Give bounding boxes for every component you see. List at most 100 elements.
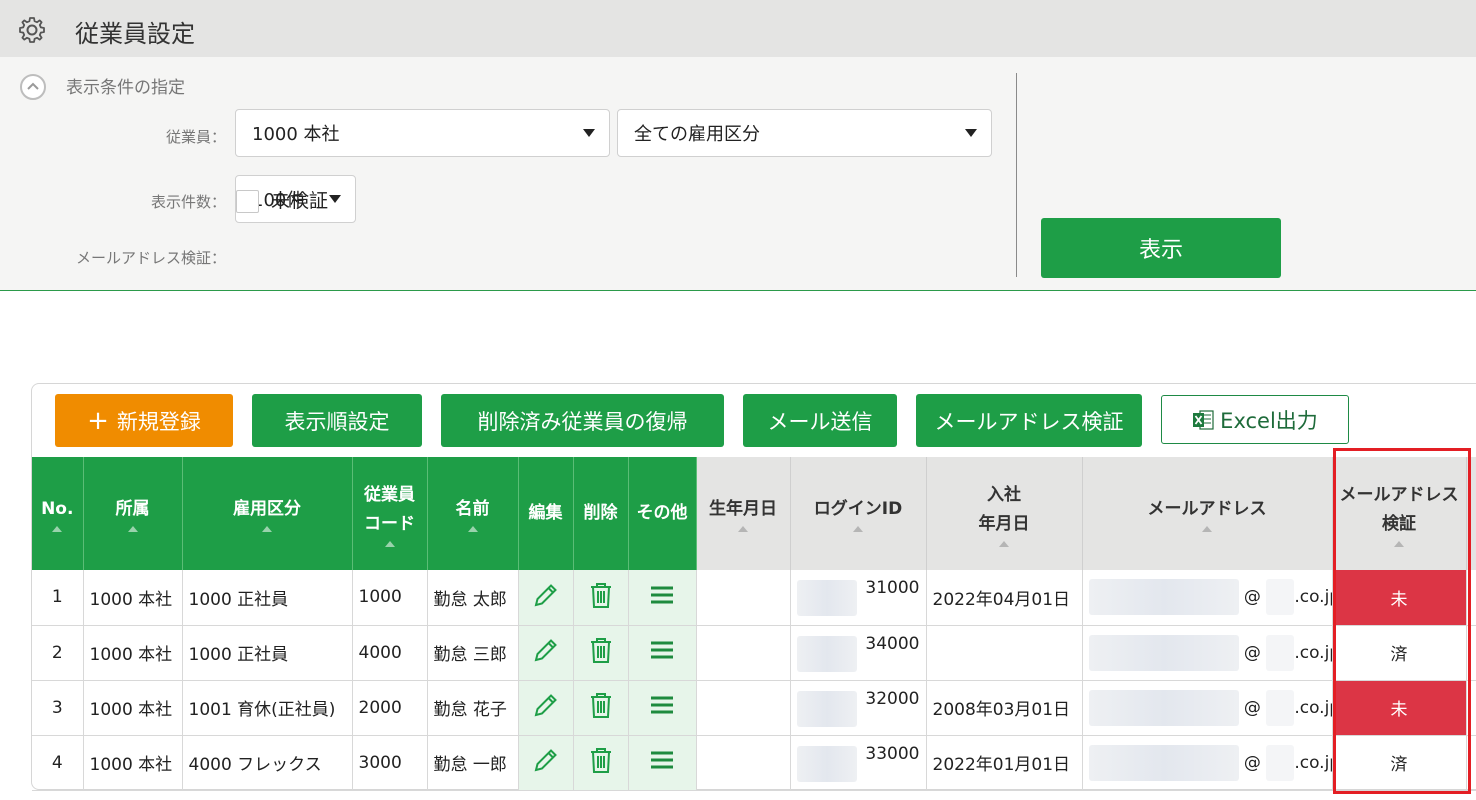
trash-icon <box>590 748 611 773</box>
cell-name: 勤怠 太郎 <box>427 570 519 626</box>
pencil-icon <box>534 749 557 772</box>
cell-code: 4000 <box>352 625 428 681</box>
collapse-button[interactable] <box>20 74 46 100</box>
employee-select[interactable]: 1000 本社 <box>235 109 610 157</box>
excel-export-label: Excel出力 <box>1220 408 1318 433</box>
table-row: 3 1000 本社 1001 育休(正社員) 2000 勤怠 花子 32000 … <box>32 680 1476 736</box>
redacted-block <box>1266 579 1295 616</box>
col-header-dept[interactable]: 所属 <box>83 457 183 570</box>
col-header-no[interactable]: No. <box>32 457 84 570</box>
redacted-block <box>1266 744 1295 781</box>
edit-button[interactable] <box>518 680 574 736</box>
delete-button[interactable] <box>573 735 629 791</box>
cell-join: 2008年03月01日 <box>926 680 1083 736</box>
unverified-checkbox-label[interactable]: 未検証 <box>271 186 328 213</box>
redacted-block <box>796 745 857 782</box>
caret-down-icon <box>965 129 977 137</box>
delete-button[interactable] <box>573 625 629 681</box>
verify-email-button[interactable]: メールアドレス検証 <box>916 394 1142 447</box>
table-row: 2 1000 本社 1000 正社員 4000 勤怠 三郎 34000 @ .c… <box>32 625 1476 681</box>
cell-no: 4 <box>32 735 84 791</box>
employment-select[interactable]: 全ての雇用区分 <box>617 109 992 157</box>
employee-label: 従業員： <box>165 128 226 146</box>
show-button[interactable]: 表示 <box>1041 218 1281 278</box>
redacted-block <box>796 690 857 727</box>
gear-icon[interactable] <box>17 15 47 45</box>
new-register-button[interactable]: + 新規登録 <box>55 394 233 447</box>
other-menu-button[interactable] <box>628 735 697 791</box>
restore-deleted-button[interactable]: 削除済み従業員の復帰 <box>441 394 724 447</box>
cell-join: 2022年01月01日 <box>926 735 1083 791</box>
edit-button[interactable] <box>518 570 574 626</box>
cell-email: @ .co.jp <box>1082 570 1333 626</box>
cell-dept: 1000 本社 <box>83 625 183 681</box>
cell-email: @ .co.jp <box>1082 625 1333 681</box>
sort-icon <box>52 526 63 532</box>
cell-login: 32000 <box>790 680 927 736</box>
menu-icon <box>651 586 673 604</box>
excel-export-button[interactable]: Excel出力 <box>1161 395 1349 444</box>
cell-email: @ .co.jp <box>1082 680 1333 736</box>
col-header-name[interactable]: 名前 <box>427 457 519 570</box>
sort-icon <box>1202 526 1212 532</box>
display-order-button[interactable]: 表示順設定 <box>252 394 422 447</box>
table-header-row: No. 所属 雇用区分 従業員 コード 名前 編集 削除 その他 生年月日 ログイ… <box>32 457 1476 570</box>
email-verify-label: メールアドレス検証： <box>75 249 226 267</box>
excel-icon <box>1193 409 1214 430</box>
redacted-block <box>1266 689 1295 726</box>
pencil-icon <box>534 639 557 662</box>
cell-code: 1000 <box>352 570 428 626</box>
pencil-icon <box>534 694 557 717</box>
edit-button[interactable] <box>518 625 574 681</box>
cell-dept: 1000 本社 <box>83 680 183 736</box>
table-row: 1 1000 本社 1000 正社員 1000 勤怠 太郎 31000 2022… <box>32 570 1476 626</box>
col-header-code[interactable]: 従業員 コード <box>352 457 428 570</box>
caret-down-icon <box>583 129 595 137</box>
filter-title: 表示条件の指定 <box>66 78 185 98</box>
cell-birth <box>696 735 791 791</box>
unverified-checkbox[interactable] <box>236 190 259 213</box>
sort-icon <box>384 540 395 547</box>
other-menu-button[interactable] <box>628 625 697 681</box>
col-header-employment[interactable]: 雇用区分 <box>182 457 353 570</box>
cell-code: 2000 <box>352 680 428 736</box>
cell-birth <box>696 570 791 626</box>
divider <box>1016 73 1017 277</box>
cell-email: @ .co.jp <box>1082 735 1333 791</box>
send-mail-button[interactable]: メール送信 <box>743 394 897 447</box>
sort-icon <box>262 526 272 532</box>
delete-button[interactable] <box>573 570 629 626</box>
plus-icon: + <box>87 405 109 436</box>
table-row: 4 1000 本社 4000 フレックス 3000 勤怠 一郎 33000 20… <box>32 735 1476 791</box>
sort-icon <box>853 526 863 532</box>
new-register-label: 新規登録 <box>116 409 201 434</box>
menu-icon <box>651 751 673 769</box>
cell-name: 勤怠 三郎 <box>427 625 519 681</box>
redacted-block <box>796 635 857 672</box>
other-menu-button[interactable] <box>628 680 697 736</box>
redacted-block <box>1088 689 1239 726</box>
col-header-join[interactable]: 入社 年月日 <box>926 457 1083 570</box>
col-header-edit: 編集 <box>518 457 574 570</box>
edit-button[interactable] <box>518 735 574 791</box>
cell-name: 勤怠 花子 <box>427 680 519 736</box>
cell-employment: 1000 正社員 <box>182 570 353 626</box>
other-menu-button[interactable] <box>628 570 697 626</box>
cell-birth <box>696 625 791 681</box>
redacted-block <box>1088 579 1239 616</box>
caret-down-icon <box>329 195 341 203</box>
cell-login: 34000 <box>790 625 927 681</box>
chevron-up-icon <box>27 82 39 90</box>
col-header-login[interactable]: ログインID <box>790 457 927 570</box>
employee-select-value: 1000 本社 <box>252 124 340 145</box>
cell-dept: 1000 本社 <box>83 570 183 626</box>
trash-icon <box>590 693 611 718</box>
col-header-email[interactable]: メールアドレス <box>1082 457 1333 570</box>
page-title: 従業員設定 <box>75 20 195 48</box>
cell-code: 3000 <box>352 735 428 791</box>
col-header-birth[interactable]: 生年月日 <box>696 457 791 570</box>
delete-button[interactable] <box>573 680 629 736</box>
trash-icon <box>590 638 611 663</box>
cell-no: 3 <box>32 680 84 736</box>
sort-icon <box>999 540 1009 547</box>
